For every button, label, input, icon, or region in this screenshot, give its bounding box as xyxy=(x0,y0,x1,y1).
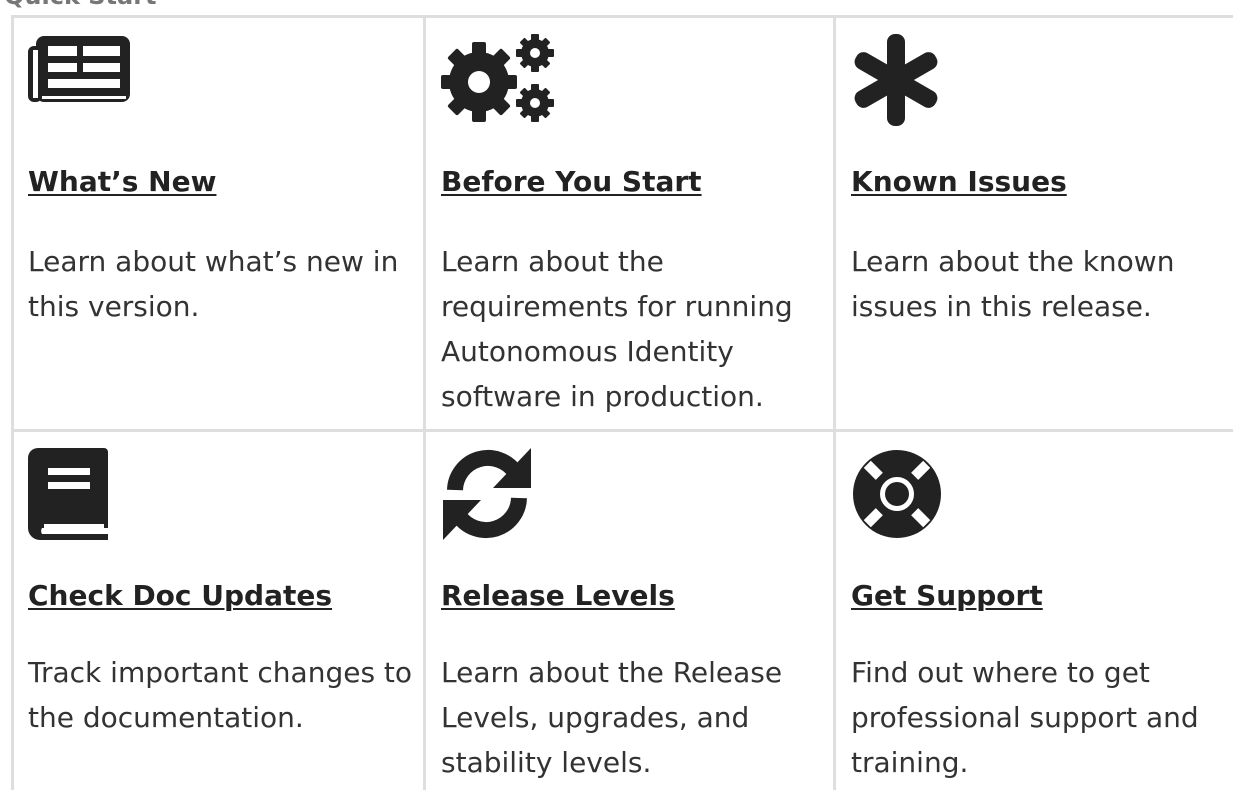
whats-new-description: Learn about what’s new in this version. xyxy=(28,245,399,323)
before-you-start-link[interactable]: Before You Start xyxy=(441,164,702,200)
newspaper-icon xyxy=(28,34,143,129)
check-doc-updates-link[interactable]: Check Doc Updates xyxy=(28,578,332,614)
book-icon xyxy=(28,448,143,543)
card-row: Check Doc Updates Track important change… xyxy=(11,429,1233,790)
gears-icon xyxy=(441,34,556,129)
section-heading: Quick Start xyxy=(4,0,157,8)
card-before-you-start: Before You Start Learn about the require… xyxy=(423,18,833,432)
card-known-issues: Known Issues Learn about the known issue… xyxy=(833,18,1233,432)
card-check-doc-updates: Check Doc Updates Track important change… xyxy=(11,432,423,790)
life-ring-icon xyxy=(851,448,966,543)
release-levels-link[interactable]: Release Levels xyxy=(441,578,675,614)
refresh-icon xyxy=(441,448,556,543)
get-support-description: Find out where to get professional suppo… xyxy=(851,656,1199,779)
before-you-start-description: Learn about the requirements for running… xyxy=(441,245,793,413)
asterisk-icon xyxy=(851,34,966,129)
whats-new-link[interactable]: What’s New xyxy=(28,164,216,200)
known-issues-description: Learn about the known issues in this rel… xyxy=(851,245,1175,323)
check-doc-updates-description: Track important changes to the documenta… xyxy=(28,656,413,734)
known-issues-link[interactable]: Known Issues xyxy=(851,164,1067,200)
card-get-support: Get Support Find out where to get profes… xyxy=(833,432,1233,790)
card-whats-new: What’s New Learn about what’s new in thi… xyxy=(11,18,423,432)
get-support-link[interactable]: Get Support xyxy=(851,578,1043,614)
quick-start-grid: What’s New Learn about what’s new in thi… xyxy=(11,15,1233,790)
card-row: What’s New Learn about what’s new in thi… xyxy=(11,15,1233,432)
card-release-levels: Release Levels Learn about the Release L… xyxy=(423,432,833,790)
quick-start-page: Quick Start xyxy=(0,0,1233,790)
release-levels-description: Learn about the Release Levels, upgrades… xyxy=(441,656,783,779)
